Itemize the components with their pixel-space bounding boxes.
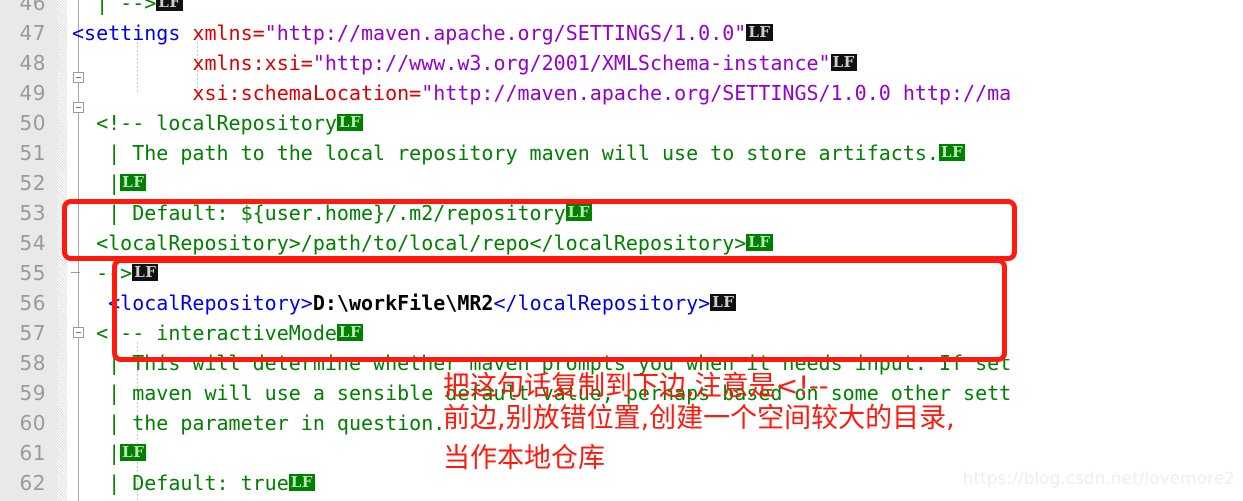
line-number-55: 55	[19, 261, 46, 285]
code-text-59: | maven will use a sensible default valu…	[72, 378, 1011, 408]
code-text-57: <!-- interactiveMode LF	[72, 318, 364, 348]
code-text-60: | the parameter in question.	[72, 408, 445, 438]
line-ending-badge: LF	[288, 473, 315, 491]
token-tag: </localRepository>	[493, 291, 711, 315]
line-number-59: 59	[19, 381, 46, 405]
token-value: "http://www.w3.org/2001/XMLSchema-instan…	[312, 51, 831, 75]
code-text-54: <localRepository>/path/to/local/repo</lo…	[72, 228, 773, 258]
code-text-50: <!-- localRepository LF	[72, 108, 364, 138]
code-line-53[interactable]: 53 | Default: ${user.home}/.m2/repositor…	[0, 198, 1243, 228]
code-line-54[interactable]: 54 <localRepository>/path/to/local/repo<…	[0, 228, 1243, 258]
code-line-57[interactable]: 57 <!-- interactiveMode LF	[0, 318, 1243, 348]
code-text-55: --> LF	[72, 258, 159, 288]
token-comment: | -->	[72, 0, 157, 15]
token-comment: |	[72, 441, 121, 465]
code-line-51[interactable]: 51 | The path to the local repository ma…	[0, 138, 1243, 168]
line-number-56: 56	[19, 291, 46, 315]
code-text-51: | The path to the local repository maven…	[72, 138, 966, 168]
code-line-61[interactable]: 61 | LF	[0, 438, 1243, 468]
token-comment: <!-- interactiveMode	[72, 321, 337, 345]
code-text-53: | Default: ${user.home}/.m2/repository LF	[72, 198, 592, 228]
line-number-54: 54	[19, 231, 46, 255]
token-attr: xsi:schemaLocation=	[72, 81, 422, 105]
line-ending-badge: LF	[336, 113, 364, 131]
line-number-50: 50	[19, 111, 46, 135]
line-ending-badge: LF	[156, 0, 183, 11]
line-ending-badge: LF	[120, 173, 147, 191]
line-number-51: 51	[19, 141, 46, 165]
token-text: D:\workFile\MR2	[312, 291, 494, 315]
code-line-50[interactable]: 50 <!-- localRepository LF	[0, 108, 1243, 138]
code-text-61: | LF	[72, 438, 147, 468]
line-number-61: 61	[19, 441, 46, 465]
line-number-52: 52	[19, 171, 46, 195]
token-comment: | The path to the local repository maven…	[72, 141, 939, 165]
line-ending-badge: LF	[565, 203, 592, 221]
code-editor-viewport[interactable]: 46 | --> LF 47 <settings xmlns="http://mave…	[0, 0, 1243, 501]
code-text-47: <settings xmlns="http://maven.apache.org…	[72, 18, 773, 48]
code-line-56[interactable]: 56 <localRepository>D:\workFile\MR2</loc…	[0, 288, 1243, 318]
token-value: "http://maven.apache.org/SETTINGS/1.0.0 …	[421, 81, 1012, 105]
token-attr: xmlns=	[192, 21, 265, 45]
token-comment: | This will determine whether maven prom…	[72, 351, 1012, 375]
line-number-57: 57	[19, 321, 46, 345]
code-text-56: <localRepository>D:\workFile\MR2</localR…	[72, 288, 737, 318]
line-ending-badge: LF	[336, 323, 364, 341]
line-number-49: 49	[19, 81, 46, 105]
token-tag: <settings	[72, 21, 193, 45]
line-number-53: 53	[19, 201, 46, 225]
code-text-46: | --> LF	[72, 0, 183, 18]
line-number-46: 46	[19, 0, 46, 15]
code-text-62: | Default: true LF	[72, 468, 315, 498]
line-ending-badge: LF	[746, 23, 773, 41]
line-number-47: 47	[19, 21, 46, 45]
line-ending-badge: LF	[746, 233, 773, 251]
token-comment: <!-- localRepository	[72, 111, 337, 135]
code-text-48: xmlns:xsi="http://www.w3.org/2001/XMLSch…	[72, 48, 857, 78]
code-line-48[interactable]: 48 xmlns:xsi="http://www.w3.org/2001/XML…	[0, 48, 1243, 78]
line-ending-badge: LF	[830, 53, 857, 71]
code-line-60[interactable]: 60 | the parameter in question.	[0, 408, 1243, 438]
line-ending-badge: LF	[132, 263, 159, 281]
token-comment: | maven will use a sensible default valu…	[72, 381, 1012, 405]
code-text-58: | This will determine whether maven prom…	[72, 348, 1011, 378]
code-line-49[interactable]: 49 xsi:schemaLocation="http://maven.apac…	[0, 78, 1243, 108]
line-ending-badge: LF	[710, 293, 737, 311]
token-comment: | Default: ${user.home}/.m2/repository	[72, 201, 566, 225]
token-comment: <localRepository>/path/to/local/repo</lo…	[72, 231, 747, 255]
code-line-47[interactable]: 47 <settings xmlns="http://maven.apache.o…	[0, 18, 1243, 48]
token-attr: xmlns:xsi=	[72, 51, 313, 75]
code-line-55[interactable]: 55 --> LF	[0, 258, 1243, 288]
code-text-49: xsi:schemaLocation="http://maven.apache.…	[72, 78, 1011, 108]
token-tag: <localRepository>	[72, 291, 313, 315]
code-line-58[interactable]: 58 | This will determine whether maven p…	[0, 348, 1243, 378]
line-number-62: 62	[19, 471, 46, 495]
line-number-60: 60	[19, 411, 46, 435]
token-comment: -->	[72, 261, 133, 285]
token-comment: |	[72, 171, 121, 195]
token-comment: | the parameter in question.	[72, 411, 446, 435]
code-line-46[interactable]: 46 | --> LF	[0, 0, 1243, 18]
line-number-58: 58	[19, 351, 46, 375]
line-ending-badge: LF	[938, 143, 966, 161]
code-text-52: | LF	[72, 168, 147, 198]
line-number-48: 48	[19, 51, 46, 75]
code-line-52[interactable]: 52 | LF	[0, 168, 1243, 198]
code-line-59[interactable]: 59 | maven will use a sensible default v…	[0, 378, 1243, 408]
line-ending-badge: LF	[120, 443, 147, 461]
token-comment: | Default: true	[72, 471, 289, 495]
watermark-url: https://blog.csdn.net/lovemore2	[962, 469, 1235, 489]
token-value: "http://maven.apache.org/SETTINGS/1.0.0"	[264, 21, 747, 45]
